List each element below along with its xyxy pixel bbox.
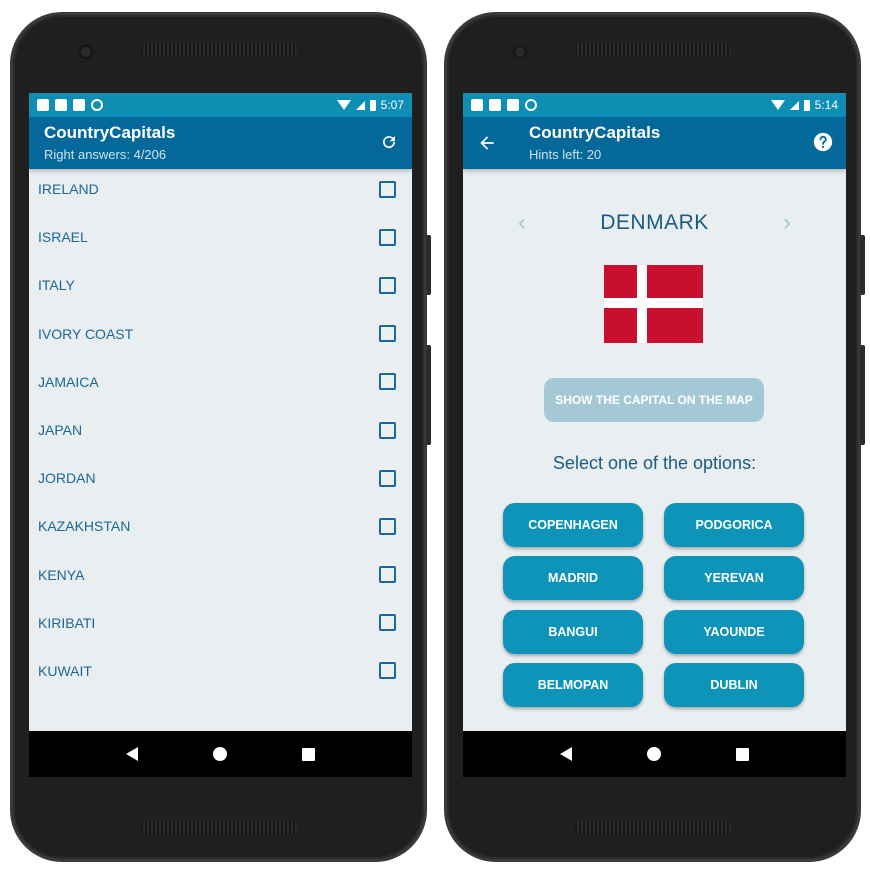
country-checkbox[interactable] — [379, 228, 396, 246]
app-bar: CountryCapitals Right answers: 4/206 — [29, 117, 412, 169]
list-item[interactable]: KAZAKHSTAN — [29, 502, 412, 550]
option-button[interactable]: COPENHAGEN — [503, 503, 643, 547]
volume-button — [426, 235, 431, 295]
status-bar: 5:14 — [463, 93, 846, 117]
screen-quiz: 5:14 CountryCapitals Hints left: 20 ‹ DE… — [463, 93, 846, 777]
status-bar: 5:07 — [29, 93, 412, 117]
option-button[interactable]: BANGUI — [503, 610, 643, 654]
hints-left: Hints left: 20 — [529, 147, 602, 162]
next-country-icon[interactable]: › — [783, 209, 791, 237]
sync-icon — [91, 99, 103, 111]
speaker-bottom — [141, 820, 297, 834]
option-button[interactable]: YEREVAN — [664, 556, 804, 600]
power-button — [426, 345, 431, 445]
country-label: IVORY COAST — [38, 325, 134, 342]
country-label: IRELAND — [38, 181, 99, 198]
country-label: KENYA — [38, 566, 85, 583]
help-icon[interactable] — [812, 131, 834, 153]
option-button[interactable]: BELMOPAN — [503, 663, 643, 707]
list-item[interactable]: IVORY COAST — [29, 310, 412, 358]
battery-icon — [369, 99, 376, 111]
list-item[interactable]: KIRIBATI — [29, 599, 412, 647]
wifi-icon — [336, 100, 351, 110]
power-button — [860, 345, 865, 445]
option-button[interactable]: PODGORICA — [664, 503, 804, 547]
list-item[interactable]: JAMAICA — [29, 358, 412, 406]
camera — [513, 45, 527, 59]
country-checkbox[interactable] — [379, 421, 396, 439]
youtube-icon — [55, 99, 67, 111]
clock: 5:07 — [380, 98, 404, 112]
country-checkbox[interactable] — [379, 469, 396, 487]
speaker-bottom — [575, 820, 731, 834]
youtube-icon — [489, 99, 501, 111]
nav-home-icon[interactable] — [646, 747, 661, 761]
country-label: JAMAICA — [38, 373, 99, 390]
notification-a-icon — [37, 99, 49, 111]
app-title: CountryCapitals — [44, 123, 176, 142]
country-label: JAPAN — [38, 422, 83, 439]
refresh-icon[interactable] — [380, 133, 398, 151]
phone-frame-left: 5:07 CountryCapitals Right answers: 4/20… — [10, 12, 431, 862]
options-prompt: Select one of the options: — [552, 453, 757, 473]
option-button[interactable]: DUBLIN — [664, 663, 804, 707]
country-selector: ‹ DENMARK › — [463, 203, 846, 239]
nav-home-icon[interactable] — [212, 747, 227, 761]
flag-cross-horizontal — [604, 298, 703, 308]
country-checkbox[interactable] — [379, 566, 396, 584]
option-button[interactable]: YAOUNDE — [664, 610, 804, 654]
app-title: CountryCapitals — [529, 123, 661, 142]
country-list: IRELAND ISRAEL ITALY IVORY COAST JAMAICA… — [29, 141, 412, 695]
screen-list: 5:07 CountryCapitals Right answers: 4/20… — [29, 93, 412, 777]
country-checkbox[interactable] — [379, 325, 396, 343]
phone-frame-right: 5:14 CountryCapitals Hints left: 20 ‹ DE… — [444, 12, 865, 862]
country-label: KUWAIT — [38, 662, 92, 679]
sd-card-icon — [73, 99, 85, 111]
country-checkbox[interactable] — [379, 180, 396, 198]
list-item[interactable]: IRELAND — [29, 165, 412, 213]
nav-back-icon[interactable] — [126, 747, 139, 761]
notification-a-icon — [471, 99, 483, 111]
list-item[interactable]: KUWAIT — [29, 647, 412, 695]
navigation-bar — [463, 731, 846, 777]
nav-back-icon[interactable] — [560, 747, 573, 761]
country-label: ISRAEL — [38, 229, 88, 246]
clock: 5:14 — [814, 98, 838, 112]
option-button[interactable]: MADRID — [503, 556, 643, 600]
camera — [79, 45, 93, 59]
sd-card-icon — [507, 99, 519, 111]
show-capital-map-button[interactable]: SHOW THE CAPITAL ON THE MAP — [544, 378, 764, 422]
list-item[interactable]: JORDAN — [29, 454, 412, 502]
right-answers-count: Right answers: 4/206 — [44, 147, 167, 162]
country-checkbox[interactable] — [379, 517, 396, 535]
list-item[interactable]: ITALY — [29, 261, 412, 309]
country-label: KIRIBATI — [38, 614, 96, 631]
sync-icon — [525, 99, 537, 111]
country-checkbox[interactable] — [379, 373, 396, 391]
country-checkbox[interactable] — [379, 276, 396, 294]
country-label: KAZAKHSTAN — [38, 518, 131, 535]
country-checkbox[interactable] — [379, 662, 396, 680]
signal-icon — [789, 100, 799, 110]
list-item[interactable]: ISRAEL — [29, 213, 412, 261]
list-item[interactable]: KENYA — [29, 551, 412, 599]
speaker-top — [141, 43, 297, 57]
nav-recents-icon[interactable] — [735, 747, 749, 761]
volume-button — [860, 235, 865, 295]
country-label: ITALY — [38, 277, 75, 294]
country-label: JORDAN — [38, 470, 96, 487]
signal-icon — [355, 100, 365, 110]
app-bar: CountryCapitals Hints left: 20 — [463, 117, 846, 169]
country-checkbox[interactable] — [379, 614, 396, 632]
back-arrow-icon[interactable] — [477, 133, 497, 153]
nav-recents-icon[interactable] — [301, 747, 315, 761]
wifi-icon — [770, 100, 785, 110]
navigation-bar — [29, 731, 412, 777]
speaker-top — [575, 43, 731, 57]
list-item[interactable]: JAPAN — [29, 406, 412, 454]
battery-icon — [803, 99, 810, 111]
country-flag — [604, 265, 703, 343]
